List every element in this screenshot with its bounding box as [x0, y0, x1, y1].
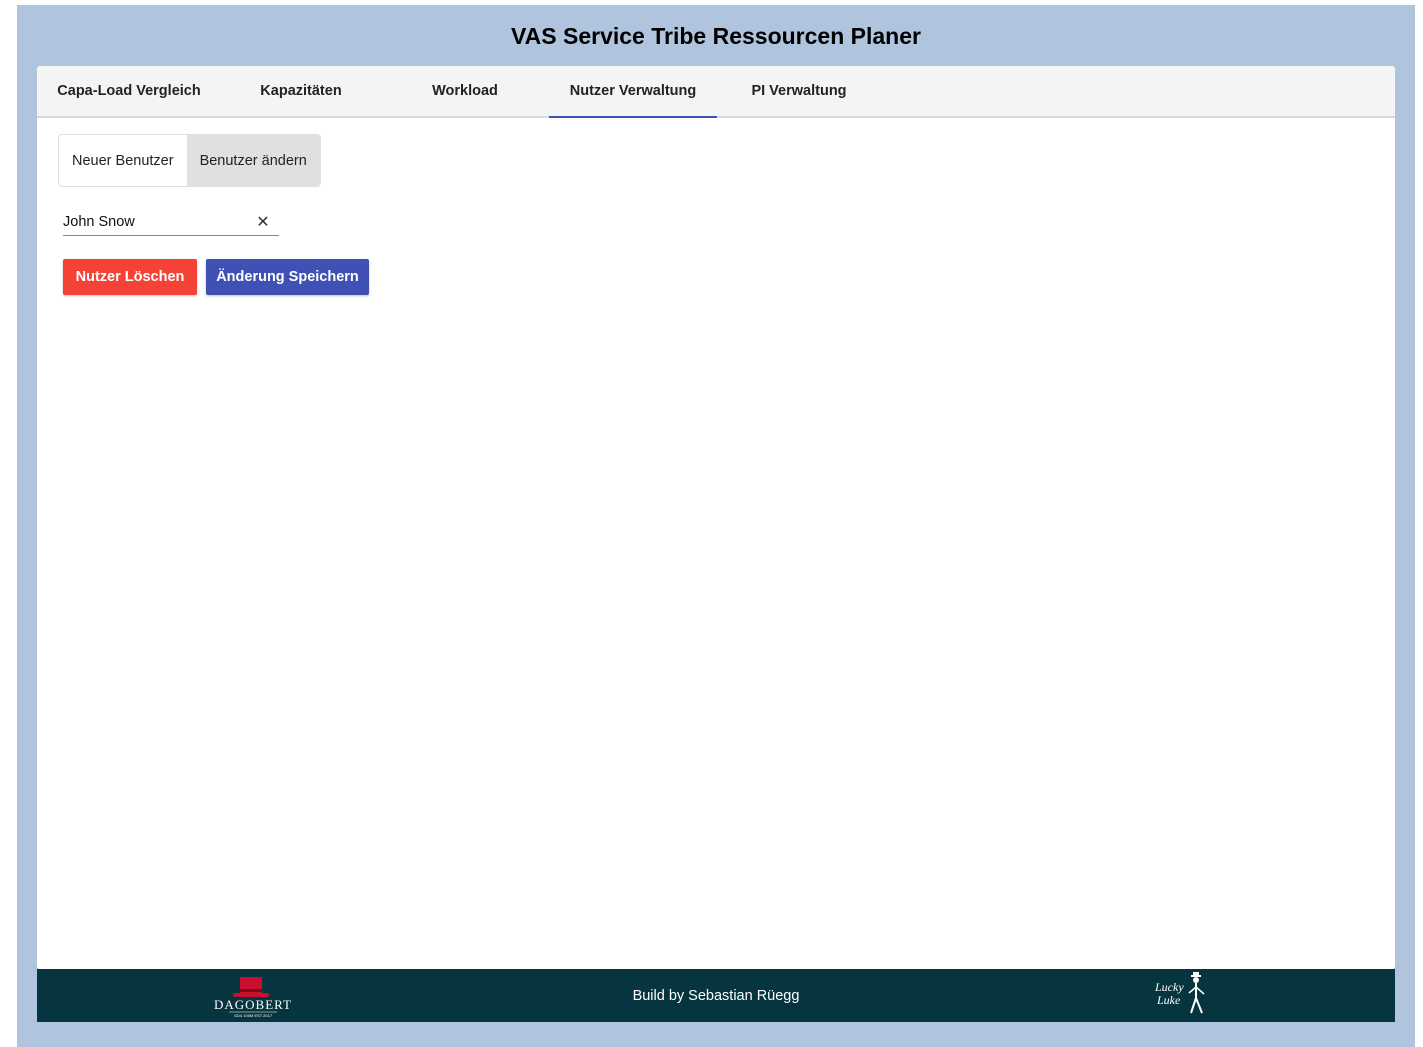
toggle-new-user[interactable]: Neuer Benutzer [59, 135, 187, 186]
svg-text:Lucky: Lucky [1154, 980, 1184, 994]
footer: DAGOBERT GD4 100M EST 2017 Build by Seba… [37, 969, 1395, 1022]
close-icon[interactable]: ✕ [253, 212, 273, 232]
user-select-field: ✕ [63, 209, 279, 236]
app-title: VAS Service Tribe Ressourcen Planer [511, 22, 921, 49]
delete-user-button[interactable]: Nutzer Löschen [63, 259, 197, 295]
lucky-luke-logo: Lucky Luke [1147, 971, 1217, 1019]
tab-pi-verwaltung[interactable]: PI Verwaltung [717, 66, 881, 116]
app-frame: VAS Service Tribe Ressourcen Planer Capa… [17, 5, 1415, 1047]
tab-bar: Capa-Load Vergleich Kapazitäten Workload… [37, 66, 1395, 118]
save-changes-button[interactable]: Änderung Speichern [206, 259, 369, 295]
main-panel: Capa-Load Vergleich Kapazitäten Workload… [37, 66, 1395, 969]
tab-workload[interactable]: Workload [381, 66, 549, 116]
svg-text:Luke: Luke [1156, 993, 1181, 1007]
user-select-input[interactable] [63, 214, 253, 230]
tab-capa-load-vergleich[interactable]: Capa-Load Vergleich [37, 66, 221, 116]
user-mode-toggle: Neuer Benutzer Benutzer ändern [58, 134, 321, 187]
toggle-edit-user[interactable]: Benutzer ändern [186, 135, 320, 186]
tab-kapazitaeten[interactable]: Kapazitäten [221, 66, 381, 116]
tab-nutzer-verwaltung[interactable]: Nutzer Verwaltung [549, 66, 717, 118]
